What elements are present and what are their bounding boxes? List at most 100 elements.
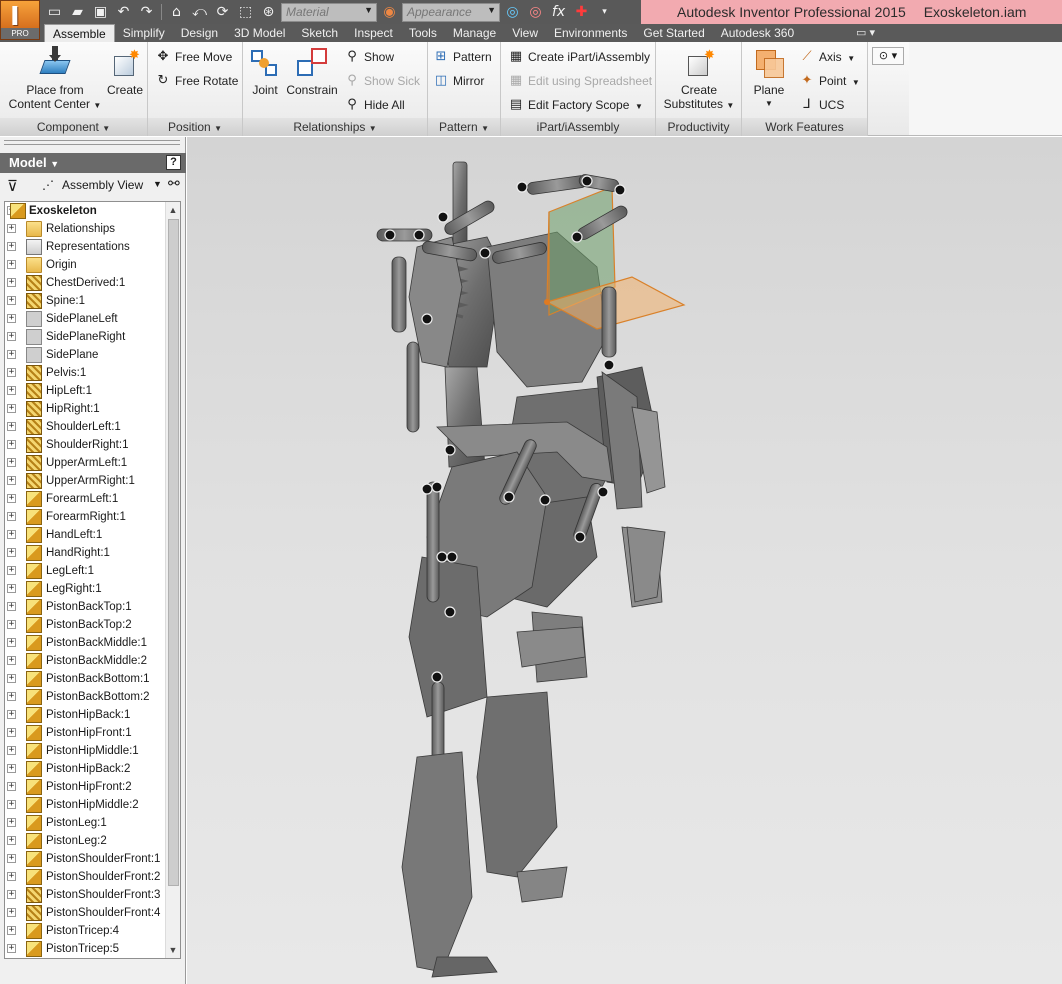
- tree-node[interactable]: + Origin: [5, 256, 166, 274]
- material-combo[interactable]: Material ▼: [281, 2, 377, 22]
- expand-icon[interactable]: +: [7, 656, 16, 665]
- tree-node[interactable]: + PistonHipMiddle:1: [5, 742, 166, 760]
- tree-node[interactable]: + ForearmRight:1: [5, 508, 166, 526]
- tab-assemble[interactable]: Assemble: [44, 24, 115, 42]
- tree-node[interactable]: + SidePlaneRight: [5, 328, 166, 346]
- adjust-appearance-icon[interactable]: ◎: [502, 2, 523, 22]
- tab-manage[interactable]: Manage: [445, 24, 504, 42]
- free-rotate-button[interactable]: ↻ Free Rotate: [155, 72, 239, 90]
- select-icon[interactable]: ⬚: [235, 2, 256, 22]
- expand-icon[interactable]: +: [7, 350, 16, 359]
- create-component-button[interactable]: ✸ Create: [104, 46, 146, 97]
- tree-node[interactable]: + Representations: [5, 238, 166, 256]
- expand-icon[interactable]: +: [7, 368, 16, 377]
- tree-node[interactable]: + PistonTricep:5: [5, 940, 166, 958]
- browser-title[interactable]: Model ▼: [9, 155, 59, 170]
- expand-icon[interactable]: +: [7, 782, 16, 791]
- expand-icon[interactable]: +: [7, 764, 16, 773]
- find-binoculars-icon[interactable]: ⚯: [168, 176, 180, 192]
- tab-view[interactable]: View: [504, 24, 546, 42]
- fx-button[interactable]: fx: [548, 2, 569, 22]
- help-icon[interactable]: ?: [166, 155, 181, 170]
- panel-title-work-features[interactable]: Work Features: [742, 118, 867, 136]
- expand-icon[interactable]: +: [7, 332, 16, 341]
- create-ipart-button[interactable]: ▦ Create iPart/iAssembly: [508, 48, 650, 66]
- tree-node[interactable]: + PistonShoulderFront:1: [5, 850, 166, 868]
- tree-node[interactable]: + PistonBackMiddle:1: [5, 634, 166, 652]
- expand-icon[interactable]: +: [7, 674, 16, 683]
- joint-button[interactable]: Joint: [247, 46, 283, 97]
- chevron-down-icon[interactable]: ▼: [153, 179, 162, 189]
- panel-title-position[interactable]: Position ▼: [148, 118, 242, 136]
- expand-icon[interactable]: +: [7, 314, 16, 323]
- expand-icon[interactable]: +: [7, 278, 16, 287]
- panel-title-ipart[interactable]: iPart/iAssembly: [501, 118, 655, 136]
- clear-appearance-icon[interactable]: ◎: [525, 2, 546, 22]
- expand-icon[interactable]: +: [7, 260, 16, 269]
- tab-simplify[interactable]: Simplify: [115, 24, 173, 42]
- tree-node[interactable]: + SidePlane: [5, 346, 166, 364]
- ucs-button[interactable]: ⅃ UCS: [799, 96, 844, 114]
- tree-node[interactable]: + PistonShoulderFront:4: [5, 904, 166, 922]
- exoskeleton-model[interactable]: [187, 137, 1062, 984]
- create-substitutes-button[interactable]: ✸ Create Substitutes ▼: [662, 46, 736, 113]
- tree-node[interactable]: + PistonBackMiddle:2: [5, 652, 166, 670]
- show-button[interactable]: ⚲ Show: [344, 48, 394, 66]
- return-icon[interactable]: ⤺: [189, 2, 210, 22]
- expand-icon[interactable]: +: [7, 242, 16, 251]
- filter-icon[interactable]: ⊽: [7, 177, 18, 195]
- tree-node[interactable]: + PistonLeg:1: [5, 814, 166, 832]
- tree-node[interactable]: + HandLeft:1: [5, 526, 166, 544]
- expand-icon[interactable]: +: [7, 836, 16, 845]
- graphics-viewport[interactable]: [187, 137, 1062, 984]
- new-file-icon[interactable]: ▭: [44, 2, 65, 22]
- customize-toolbar-icon[interactable]: ▾: [594, 2, 615, 22]
- expand-icon[interactable]: +: [7, 620, 16, 629]
- tree-node[interactable]: + Pelvis:1: [5, 364, 166, 382]
- add-plus-icon[interactable]: ✚: [571, 2, 592, 22]
- expand-icon[interactable]: +: [7, 386, 16, 395]
- mirror-button[interactable]: ◫ Mirror: [433, 72, 484, 90]
- show-sick-button[interactable]: ⚲ Show Sick: [344, 72, 420, 90]
- panel-title-productivity[interactable]: Productivity: [656, 118, 741, 136]
- assembly-view-selector[interactable]: ⋰ Assembly View: [42, 178, 143, 192]
- tree-node[interactable]: + PistonHipBack:1: [5, 706, 166, 724]
- tree-node[interactable]: + Relationships: [5, 220, 166, 238]
- expand-icon[interactable]: +: [7, 458, 16, 467]
- constrain-button[interactable]: Constrain: [285, 46, 339, 97]
- free-move-button[interactable]: ✥ Free Move: [155, 48, 233, 66]
- ribbon-overflow-button[interactable]: ⊙ ▾: [872, 47, 904, 65]
- expand-icon[interactable]: +: [7, 854, 16, 863]
- tab-sketch[interactable]: Sketch: [293, 24, 346, 42]
- scroll-up-arrow-icon[interactable]: ▲: [166, 202, 180, 218]
- expand-icon[interactable]: +: [7, 800, 16, 809]
- save-icon[interactable]: ▣: [90, 2, 111, 22]
- tree-node[interactable]: + PistonBackTop:1: [5, 598, 166, 616]
- scroll-down-arrow-icon[interactable]: ▼: [166, 942, 180, 958]
- expand-icon[interactable]: +: [7, 908, 16, 917]
- tree-node[interactable]: + PistonHipFront:2: [5, 778, 166, 796]
- tree-node[interactable]: + PistonBackBottom:2: [5, 688, 166, 706]
- appearance-combo[interactable]: Appearance ▼: [402, 2, 500, 22]
- scroll-thumb[interactable]: [168, 219, 179, 886]
- expand-icon[interactable]: +: [7, 872, 16, 881]
- plane-button[interactable]: Plane ▼: [748, 46, 790, 111]
- expand-icon[interactable]: +: [7, 746, 16, 755]
- tree-node[interactable]: + HipLeft:1: [5, 382, 166, 400]
- tab-tools[interactable]: Tools: [401, 24, 445, 42]
- expand-icon[interactable]: +: [7, 728, 16, 737]
- application-menu-button[interactable]: I PRO: [0, 0, 40, 40]
- tab-3d-model[interactable]: 3D Model: [226, 24, 293, 42]
- tree-node[interactable]: + PistonBackTop:2: [5, 616, 166, 634]
- panel-title-component[interactable]: Component ▼: [0, 118, 147, 136]
- expand-icon[interactable]: +: [7, 494, 16, 503]
- expand-icon[interactable]: +: [7, 548, 16, 557]
- expand-icon[interactable]: +: [7, 602, 16, 611]
- tree-node[interactable]: + PistonTricep:4: [5, 922, 166, 940]
- tree-node[interactable]: + UpperArmRight:1: [5, 472, 166, 490]
- pattern-button[interactable]: ⊞ Pattern: [433, 48, 492, 66]
- edit-using-spreadsheet-button[interactable]: ▦ Edit using Spreadsheet: [508, 72, 652, 90]
- tree-scrollbar[interactable]: ▲ ▼: [165, 202, 180, 958]
- tree-node[interactable]: + ChestDerived:1: [5, 274, 166, 292]
- expand-icon[interactable]: +: [7, 422, 16, 431]
